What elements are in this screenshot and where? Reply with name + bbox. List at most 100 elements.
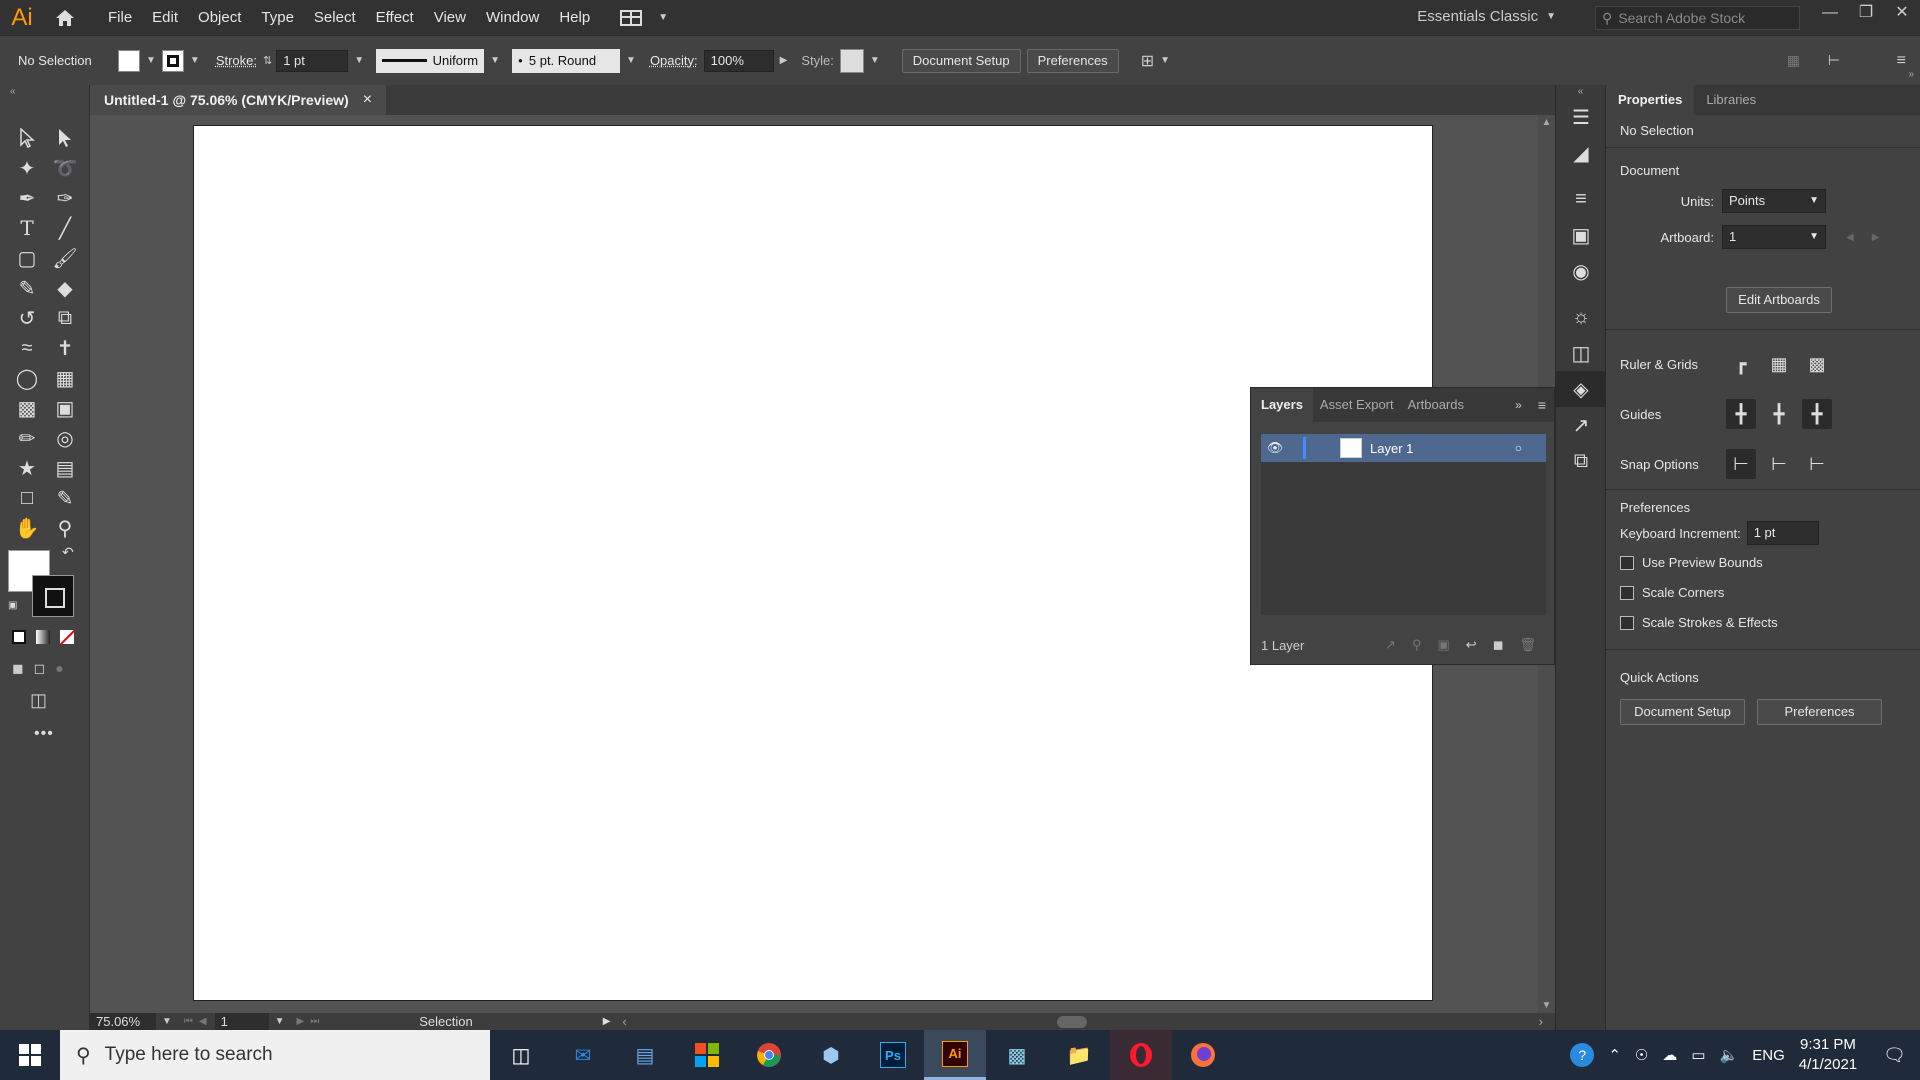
edit-artboards-button[interactable]: Edit Artboards (1726, 287, 1832, 313)
scale-strokes-row[interactable]: Scale Strokes & Effects (1620, 615, 1778, 630)
none-mode-icon[interactable] (60, 630, 74, 644)
task-view-icon[interactable]: ◫ (490, 1030, 552, 1080)
draw-normal-icon[interactable]: ◼ (12, 660, 24, 677)
snap-to-point-icon[interactable]: ⊢ (1726, 449, 1756, 479)
onedrive-icon[interactable]: ☁ (1662, 1046, 1677, 1064)
appearance-panel-icon[interactable]: ☼ (1556, 299, 1606, 335)
gradient-mode-icon[interactable] (36, 630, 50, 644)
previous-artboard-icon[interactable]: ◀ (199, 1016, 207, 1027)
tab-layers[interactable]: Layers (1251, 388, 1313, 422)
stroke-color-box[interactable] (32, 575, 74, 617)
chevron-right-icon[interactable]: ▶ (780, 55, 788, 66)
visibility-eye-icon[interactable]: 👁 (1261, 440, 1289, 456)
menu-file[interactable]: File (98, 0, 142, 35)
tab-properties[interactable]: Properties (1606, 85, 1695, 115)
help-icon[interactable]: ? (1570, 1043, 1595, 1067)
transform-icon[interactable]: ▦ (1787, 52, 1800, 69)
panel-menu-icon[interactable]: ≡ (1538, 397, 1546, 413)
menu-view[interactable]: View (424, 0, 476, 35)
notes-app-icon[interactable]: ▤ (614, 1030, 676, 1080)
notifications-icon[interactable]: 🗨 (1883, 1045, 1906, 1066)
collapse-icon[interactable]: « (0, 85, 89, 99)
scale-strokes-checkbox[interactable] (1620, 615, 1634, 630)
rotate-tool-icon[interactable]: ↺ (12, 305, 42, 331)
fill-stroke-widget[interactable]: ↶ ▣ (8, 544, 78, 620)
battery-icon[interactable]: ▭ (1691, 1046, 1705, 1064)
symbol-sprayer-tool-icon[interactable]: ★ (12, 455, 42, 481)
hand-tool-icon[interactable]: ✋ (12, 515, 42, 541)
close-icon[interactable]: × (363, 91, 372, 109)
preferences-button[interactable]: Preferences (1026, 48, 1119, 73)
align-icon[interactable]: ⊞ (1141, 51, 1154, 71)
use-preview-bounds-checkbox[interactable] (1620, 555, 1634, 570)
lock-guides-icon[interactable]: ╋ (1764, 399, 1794, 429)
scroll-up-icon[interactable]: ▲ (1538, 117, 1555, 128)
show-guides-icon[interactable]: ╋ (1726, 399, 1756, 429)
artboards-panel-icon[interactable]: ⧉ (1556, 443, 1606, 479)
menu-window[interactable]: Window (476, 0, 549, 35)
edit-toolbar-icon[interactable]: ••• (34, 725, 54, 743)
warp-tool-icon[interactable]: ≈ (12, 335, 42, 361)
3d-viewer-icon[interactable]: ⬢ (800, 1030, 862, 1080)
zoom-tool-icon[interactable]: ⚲ (50, 515, 80, 541)
stepper-icon[interactable]: ⇅ (263, 54, 272, 67)
blend-tool-icon[interactable]: ◎ (50, 425, 80, 451)
graphic-styles-icon[interactable]: ◫ (1556, 335, 1606, 371)
chevron-down-icon[interactable]: ▼ (626, 55, 636, 66)
mesh-tool-icon[interactable]: ▩ (12, 395, 42, 421)
next-artboard-icon[interactable]: ▶ (297, 1016, 305, 1027)
clock[interactable]: 9:31 PM 4/1/2021 (1799, 1035, 1857, 1075)
keyboard-increment-field[interactable]: 1 pt (1746, 521, 1819, 545)
artboard[interactable] (193, 125, 1433, 1001)
scroll-down-icon[interactable]: ▼ (1538, 1000, 1555, 1011)
artboard-number-field[interactable]: 1 (214, 1013, 269, 1030)
menu-edit[interactable]: Edit (142, 0, 188, 35)
chevron-down-icon[interactable]: ▼ (146, 55, 156, 66)
scale-tool-icon[interactable]: ⧉ (50, 305, 80, 331)
stroke-panel-icon[interactable]: ≡ (1556, 181, 1606, 217)
scroll-right-icon[interactable]: › (1539, 1014, 1543, 1029)
firefox-icon[interactable] (1172, 1030, 1234, 1080)
artboard-tool-icon[interactable]: □ (12, 485, 42, 511)
zoom-level-field[interactable]: 75.06% (90, 1013, 156, 1030)
last-artboard-icon[interactable]: ⏭ (310, 1016, 319, 1027)
shaper-tool-icon[interactable]: ✎ (12, 275, 42, 301)
sticky-app-icon[interactable]: ▩ (986, 1030, 1048, 1080)
adobe-stock-search[interactable]: ⚲ Search Adobe Stock (1595, 6, 1800, 30)
new-sublayer-icon[interactable]: ↩ (1466, 637, 1477, 653)
brush-definition[interactable]: ● 5 pt. Round (512, 48, 621, 73)
taskbar-search[interactable]: ⚲ Type here to search (60, 1030, 490, 1080)
layer-row[interactable]: 👁 Layer 1 ○ (1261, 434, 1546, 462)
language-indicator[interactable]: ENG (1752, 1047, 1785, 1064)
arrange-documents-button[interactable]: ▼ (620, 9, 674, 26)
tab-asset-export[interactable]: Asset Export (1313, 388, 1401, 422)
swap-icon[interactable]: ↶ (62, 544, 74, 561)
chevron-up-icon[interactable]: ⌃ (1608, 1046, 1621, 1064)
start-button[interactable] (0, 1030, 60, 1080)
draw-inside-icon[interactable]: ● (55, 660, 63, 677)
chevron-down-icon[interactable]: ▼ (162, 1016, 172, 1027)
file-explorer-icon[interactable]: 📁 (1048, 1030, 1110, 1080)
gradient-panel-icon[interactable]: ▣ (1556, 217, 1606, 253)
expand-icon[interactable]: » (1908, 69, 1914, 80)
workspace-switcher[interactable]: Essentials Classic ▼ (1417, 0, 1556, 33)
network-icon[interactable]: ☉ (1635, 1046, 1648, 1064)
snap-to-glyph-icon[interactable]: ⊢ (1802, 449, 1832, 479)
grid-icon[interactable]: ▦ (1764, 349, 1794, 379)
chevron-down-icon[interactable]: ▼ (190, 55, 200, 66)
default-colors-icon[interactable]: ▣ (8, 600, 17, 611)
restore-button[interactable]: ❐ (1848, 0, 1884, 30)
lasso-tool-icon[interactable]: ➰ (50, 155, 80, 181)
column-graph-tool-icon[interactable]: ▤ (50, 455, 80, 481)
screen-mode-icon[interactable]: ◫ (30, 690, 47, 711)
scale-corners-row[interactable]: Scale Corners (1620, 585, 1724, 600)
paintbrush-tool-icon[interactable]: 🖌 (50, 245, 80, 271)
opacity-field[interactable]: 100% (703, 49, 774, 72)
chevron-down-icon[interactable]: ▼ (354, 55, 364, 66)
gradient-tool-icon[interactable]: ▣ (50, 395, 80, 421)
graphic-style-swatch[interactable] (839, 48, 864, 73)
draw-behind-icon[interactable]: ◻ (34, 660, 46, 677)
chrome-icon[interactable] (738, 1030, 800, 1080)
fill-swatch[interactable] (118, 49, 140, 72)
quick-document-setup-button[interactable]: Document Setup (1620, 699, 1745, 725)
